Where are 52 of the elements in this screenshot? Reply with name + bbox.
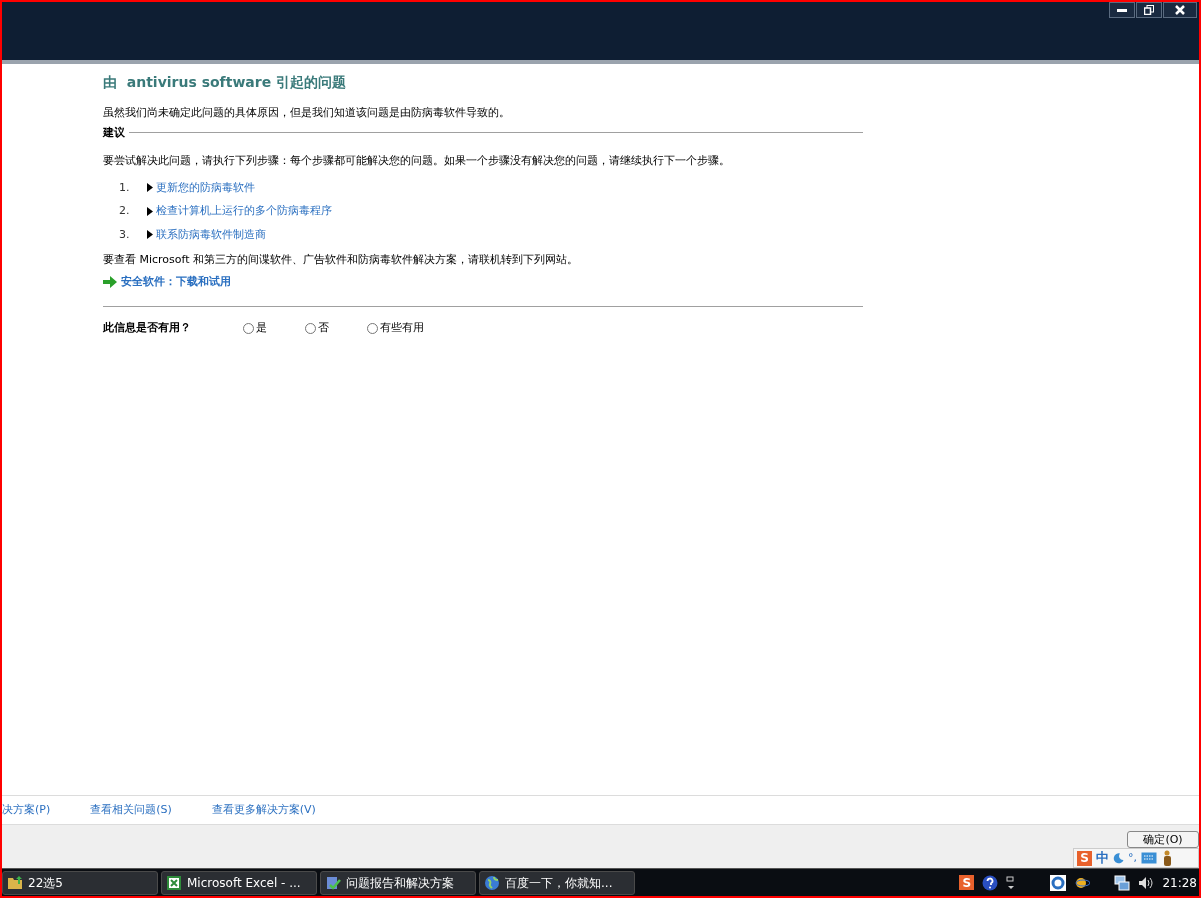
close-icon	[1175, 5, 1185, 15]
instructions-text: 要尝试解决此问题，请执行下列步骤：每个步骤都可能解决您的问题。如果一个步骤没有解决您的问题，请继续执行下一个步骤。	[103, 153, 731, 169]
app-tray-icon[interactable]	[1050, 874, 1067, 891]
radio-option[interactable]: 否	[305, 320, 367, 337]
triangle-icon	[147, 230, 153, 240]
minimize-icon	[1117, 8, 1127, 12]
minimize-button[interactable]	[1109, 2, 1135, 18]
step-number: 3.	[119, 226, 131, 243]
download-link[interactable]: 安全软件：下载和试用	[121, 273, 231, 290]
page-title: 由 antivirus software 引起的问题	[103, 73, 348, 92]
taskbar-button[interactable]: 百度一下，你就知...	[479, 870, 635, 895]
step-number: 1.	[119, 179, 131, 196]
radio-option[interactable]: 有些有用	[367, 320, 429, 337]
radio-button[interactable]	[367, 322, 378, 334]
folder-icon	[7, 874, 23, 891]
punctuation-toggle[interactable]: °,	[1128, 849, 1137, 867]
window-switch-icon[interactable]	[1006, 874, 1017, 891]
bottom-link[interactable]: 决方案(P)	[2, 801, 51, 819]
input-method-icon[interactable]: S	[1077, 850, 1092, 866]
radio-button[interactable]	[305, 322, 316, 334]
intro-text: 虽然我们尚未确定此问题的具体原因，但是我们知道该问题是由防病毒软件导致的。	[103, 105, 511, 121]
restore-icon	[1144, 5, 1154, 15]
input-mode-toggle[interactable]: 中	[1096, 848, 1109, 868]
feedback-question: 此信息是否有用？	[103, 320, 192, 336]
close-button[interactable]	[1163, 2, 1197, 18]
taskbar-button[interactable]: Microsoft Excel - ...	[161, 870, 317, 895]
radio-option[interactable]: 是	[243, 320, 305, 337]
bottom-link[interactable]: 查看相关问题(S)	[90, 801, 172, 819]
globe-icon	[484, 874, 500, 891]
triangle-icon	[147, 206, 153, 216]
help-icon[interactable]	[982, 874, 999, 891]
clock[interactable]: 21:28	[1162, 873, 1197, 892]
radio-button[interactable]	[243, 322, 254, 334]
arrow-icon	[103, 275, 117, 288]
bottom-link[interactable]: 查看更多解决方案(V)	[211, 801, 316, 819]
taskbar-button[interactable]: 问题报告和解决方案	[320, 870, 476, 895]
online-note: 要查看 Microsoft 和第三方的间谍软件、广告软件和防病毒软件解决方案，请联机转到下列网站。	[103, 252, 580, 268]
step-link[interactable]: 更新您的防病毒软件	[156, 179, 255, 196]
report-icon	[325, 874, 341, 891]
spreadsheet-icon	[166, 874, 182, 891]
network-icon[interactable]	[1114, 874, 1131, 891]
step-link[interactable]: 检查计算机上运行的多个防病毒程序	[156, 203, 332, 220]
figure-icon[interactable]	[1161, 850, 1173, 866]
triangle-icon	[147, 183, 153, 193]
ok-button[interactable]: 确定(O)	[1127, 831, 1199, 848]
section-heading: 建议	[103, 124, 126, 141]
moon-icon[interactable]	[1113, 852, 1124, 864]
restore-button[interactable]	[1136, 2, 1162, 18]
step-number: 2.	[119, 203, 131, 219]
taskbar-button[interactable]: 22选5	[2, 870, 158, 895]
input-method-icon[interactable]: S	[959, 875, 975, 890]
step-link[interactable]: 联系防病毒软件制造商	[156, 226, 266, 243]
